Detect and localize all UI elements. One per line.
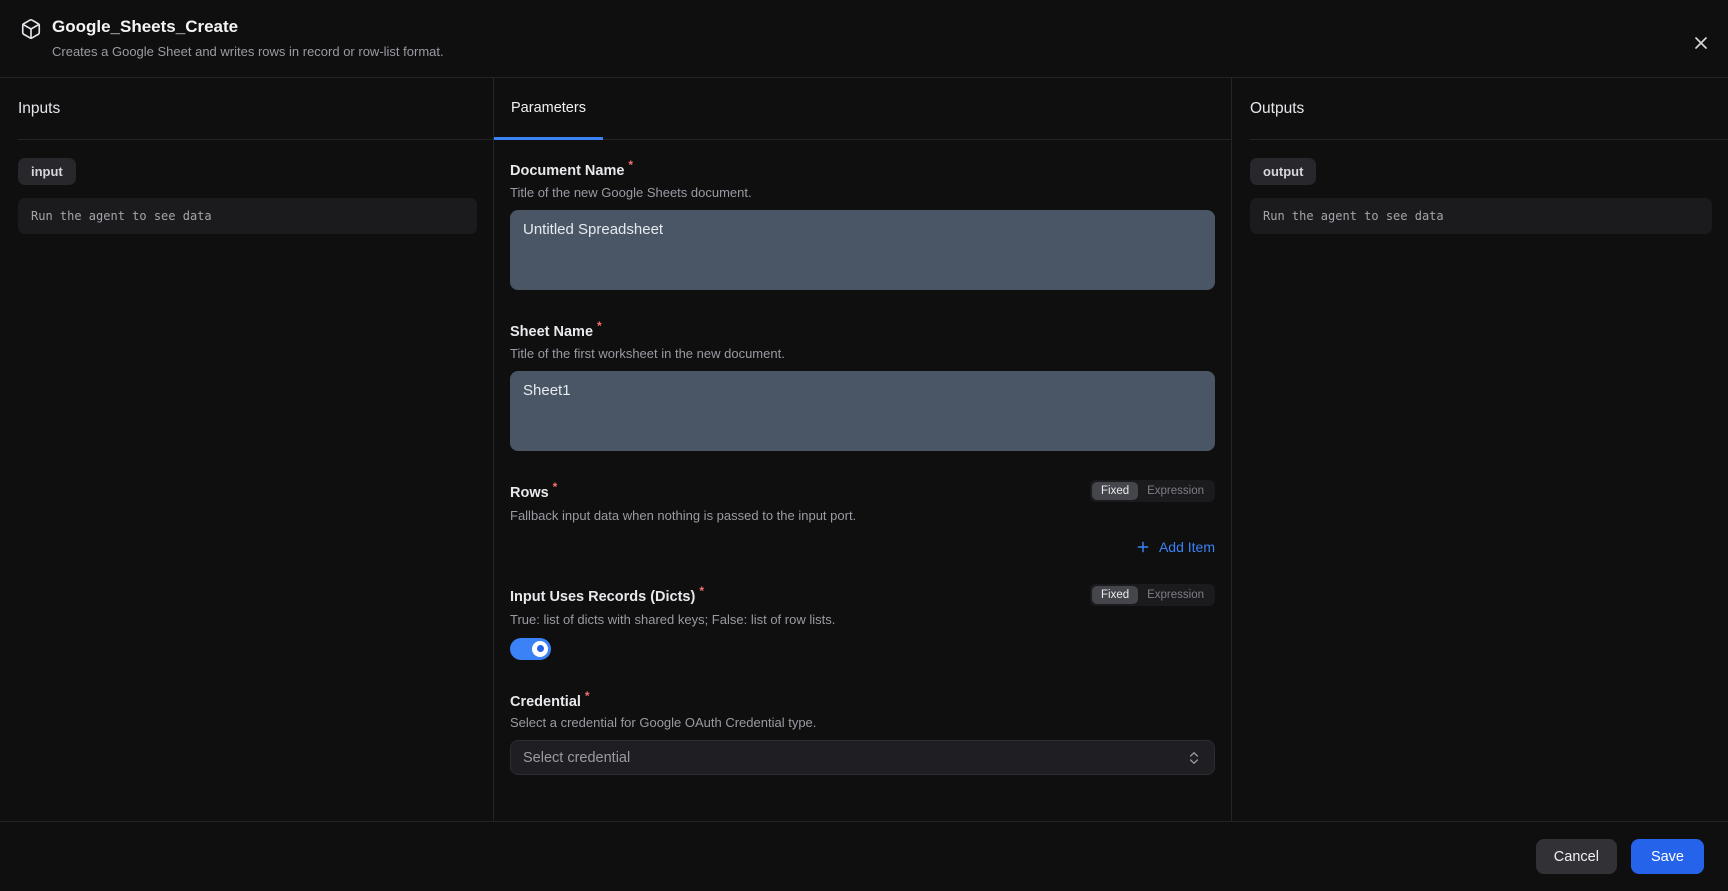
field-credential: Credential * Select a credential for Goog… — [510, 689, 1215, 776]
credential-helper: Select a credential for Google OAuth Cre… — [510, 715, 817, 731]
credential-select-placeholder: Select credential — [523, 749, 631, 766]
records-mode-fixed[interactable]: Fixed — [1091, 585, 1139, 604]
input-data-placeholder: Run the agent to see data — [18, 198, 477, 234]
credential-select[interactable]: Select credential — [510, 740, 1215, 776]
node-config-modal: Google_Sheets_Create Creates a Google Sh… — [0, 0, 1728, 891]
required-marker: * — [628, 158, 634, 172]
plus-icon — [1135, 539, 1151, 555]
document-name-input[interactable]: Untitled Spreadsheet — [510, 209, 1215, 290]
rows-helper: Fallback input data when nothing is pass… — [510, 507, 857, 523]
field-rows: Rows * Fixed Expression Fallback input da… — [510, 479, 1215, 555]
rows-mode-expression[interactable]: Expression — [1138, 482, 1213, 500]
field-document-name: Document Name * Title of the new Google S… — [510, 158, 1215, 290]
rows-mode-fixed[interactable]: Fixed — [1091, 481, 1139, 500]
modal-body: Inputs input Run the agent to see data P… — [0, 78, 1728, 821]
close-button[interactable] — [1688, 30, 1714, 56]
close-icon — [1691, 33, 1711, 53]
inputs-panel: Inputs input Run the agent to see data — [0, 78, 494, 821]
required-marker: * — [552, 480, 558, 495]
required-marker: * — [584, 688, 590, 703]
input-port-badge: input — [18, 158, 76, 185]
modal-footer: Cancel Save — [0, 821, 1728, 891]
field-sheet-name: Sheet Name * Title of the first worksheet… — [510, 319, 1215, 451]
document-name-label: Document Name * — [510, 158, 634, 179]
output-port-badge: output — [1250, 158, 1317, 185]
sheet-name-helper: Title of the first worksheet in the new … — [510, 345, 785, 361]
credential-label: Credential * — [510, 688, 590, 710]
required-marker: * — [597, 318, 602, 333]
chevrons-up-down-icon — [1186, 750, 1202, 766]
output-data-placeholder: Run the agent to see data — [1250, 198, 1712, 234]
modal-header: Google_Sheets_Create Creates a Google Sh… — [0, 0, 1728, 78]
sheet-name-label: Sheet Name * — [510, 318, 602, 340]
records-mode-toggle: Fixed Expression — [1089, 583, 1215, 606]
rows-label: Rows * — [510, 480, 558, 502]
add-item-label: Add Item — [1158, 538, 1215, 555]
tab-parameters[interactable]: Parameters — [494, 78, 603, 140]
outputs-panel: Outputs output Run the agent to see data — [1232, 78, 1728, 821]
records-toggle-switch[interactable] — [510, 637, 551, 660]
records-mode-expression[interactable]: Expression — [1138, 586, 1213, 604]
modal-title: Google_Sheets_Create — [52, 17, 239, 36]
rows-mode-toggle: Fixed Expression — [1089, 479, 1215, 502]
outputs-body: output Run the agent to see data — [1232, 140, 1728, 252]
modal-subtitle: Creates a Google Sheet and writes rows i… — [52, 44, 444, 59]
input-uses-records-label: Input Uses Records (Dicts) * — [510, 584, 704, 606]
field-input-uses-records: Input Uses Records (Dicts) * Fixed Expres… — [510, 583, 1215, 660]
input-uses-records-helper: True: list of dicts with shared keys; Fa… — [510, 611, 836, 627]
required-marker: * — [699, 584, 704, 599]
outputs-heading: Outputs — [1250, 78, 1728, 140]
save-button[interactable]: Save — [1630, 839, 1704, 874]
add-item-button[interactable]: Add Item — [1135, 539, 1215, 555]
parameters-form: Document Name * Title of the new Google S… — [494, 140, 1231, 821]
sheet-name-input[interactable]: Sheet1 — [510, 370, 1215, 451]
header-text: Google_Sheets_Create Creates a Google Sh… — [52, 16, 444, 59]
document-name-helper: Title of the new Google Sheets document. — [510, 184, 752, 200]
toggle-knob — [532, 640, 548, 657]
parameters-tabbar: Parameters — [494, 78, 1231, 140]
inputs-heading: Inputs — [18, 78, 493, 140]
cancel-button[interactable]: Cancel — [1535, 839, 1617, 874]
box-icon — [20, 18, 42, 40]
parameters-panel: Parameters Document Name * Title of the n… — [494, 78, 1232, 821]
inputs-body: input Run the agent to see data — [0, 140, 493, 252]
